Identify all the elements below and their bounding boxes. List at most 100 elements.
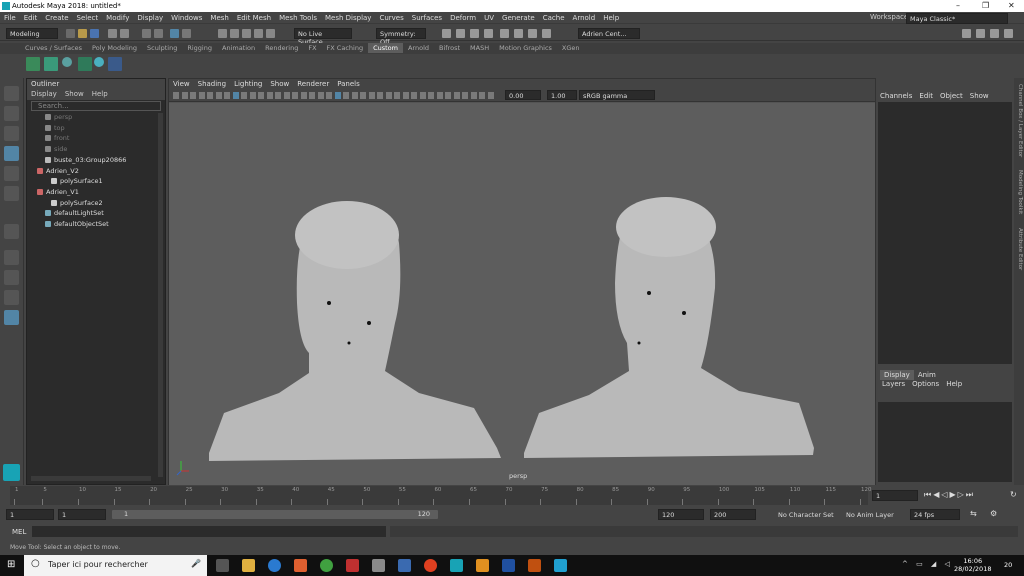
new-scene-icon[interactable] (66, 29, 75, 38)
viewport-toolbar-icon[interactable] (198, 92, 205, 99)
viewport-toolbar-icon[interactable] (215, 92, 222, 99)
shelf-camera-icon[interactable] (108, 57, 122, 71)
menu-mesh[interactable]: Mesh (206, 12, 232, 22)
menu-select[interactable]: Select (73, 12, 103, 22)
shelf-sphere-icon[interactable] (62, 57, 72, 67)
menu-help[interactable]: Help (599, 12, 623, 22)
taskbar-search-input[interactable]: ○ Taper ici pour rechercher 🎤 (24, 555, 207, 576)
viewport-toolbar-icon[interactable] (190, 92, 196, 99)
viewport-menu-view[interactable]: View (169, 79, 194, 89)
viewport-toolbar-icon[interactable] (428, 92, 434, 99)
viewport-toolbar-icon[interactable] (300, 92, 307, 99)
app-icon-6[interactable] (476, 559, 489, 572)
outliner-item[interactable]: defaultObjectSet (45, 220, 109, 230)
render-icon[interactable] (442, 29, 451, 38)
notifications-badge[interactable]: 20 (1004, 561, 1012, 569)
channelbox-menu-edit[interactable]: Edit (919, 92, 933, 100)
menu-modify[interactable]: Modify (102, 12, 133, 22)
outliner-layout-icon[interactable] (4, 290, 19, 305)
shelf-tab-fx[interactable]: FX (303, 43, 321, 53)
live-surface-field[interactable]: No Live Surface (294, 28, 352, 46)
photoshop-icon[interactable] (502, 559, 515, 572)
outliner-search-input[interactable]: Search... (31, 101, 161, 111)
minimize-icon[interactable]: – (956, 1, 960, 10)
outliner-item[interactable]: persp (45, 113, 72, 123)
layer-menu-options[interactable]: Options (912, 380, 939, 388)
undo-icon[interactable] (108, 29, 117, 38)
snap-view-icon[interactable] (266, 29, 275, 38)
select-hierarchy-icon[interactable] (142, 29, 151, 38)
menu-deform[interactable]: Deform (446, 12, 480, 22)
layer-menu-layers[interactable]: Layers (882, 380, 905, 388)
file-explorer-icon[interactable] (242, 559, 255, 572)
viewport-toolbar-icon[interactable] (334, 92, 341, 99)
app-icon-1[interactable] (294, 559, 307, 572)
shelf-target-icon[interactable] (94, 57, 104, 67)
range-slider-bar[interactable]: 1 120 (112, 510, 438, 519)
shelf-tab-rendering[interactable]: Rendering (260, 43, 303, 53)
channelbox-menu-channels[interactable]: Channels (880, 92, 912, 100)
viewport-toolbar-icon[interactable] (309, 92, 315, 99)
move-tool-icon[interactable] (4, 146, 19, 161)
windows-start-icon[interactable]: ⊞ (7, 559, 15, 570)
viewport-menu-panels[interactable]: Panels (333, 79, 364, 89)
scale-tool-icon[interactable] (4, 186, 19, 201)
shelf-polycube-icon[interactable] (26, 57, 40, 71)
viewport-toolbar-icon[interactable] (377, 92, 383, 99)
viewport-toolbar-icon[interactable] (487, 92, 494, 99)
menu-generate[interactable]: Generate (498, 12, 539, 22)
scene-start-field[interactable]: 1 (6, 509, 54, 520)
app-icon-4[interactable] (398, 559, 411, 572)
viewport-toolbar-icon[interactable] (411, 92, 417, 99)
layout-icon[interactable] (962, 29, 971, 38)
menu-mesh-tools[interactable]: Mesh Tools (275, 12, 321, 22)
open-scene-icon[interactable] (78, 29, 87, 38)
tab-attribute-editor[interactable]: Attribute Editor (1015, 228, 1023, 270)
shelf-tab-xgen[interactable]: XGen (557, 43, 585, 53)
scene-end-field[interactable]: 200 (710, 509, 756, 520)
redo-icon[interactable] (120, 29, 129, 38)
shelf-tab-animation[interactable]: Animation (217, 43, 260, 53)
menu-display[interactable]: Display (133, 12, 167, 22)
channelbox-menu-show[interactable]: Show (970, 92, 989, 100)
viewport-menu-lighting[interactable]: Lighting (230, 79, 266, 89)
workspace-dropdown[interactable]: Maya Classic* (906, 13, 1008, 24)
select-component-icon[interactable] (170, 29, 179, 38)
viewport-toolbar-icon[interactable] (173, 92, 179, 99)
menu-arnold[interactable]: Arnold (569, 12, 600, 22)
time-slider-track[interactable]: 1 5 10 15 20 25 30 35 40 45 50 55 60 65 70 75 80 85 90 95 10… (10, 486, 872, 505)
exposure-field[interactable]: 0.00 (505, 90, 541, 100)
viewport-toolbar-icon[interactable] (360, 92, 366, 99)
layer-list[interactable] (878, 402, 1012, 482)
menu-file[interactable]: File (0, 12, 20, 22)
mel-label[interactable]: MEL (12, 528, 26, 536)
viewport-toolbar-icon[interactable] (232, 92, 239, 99)
viewport-toolbar-icon[interactable] (275, 92, 281, 99)
viewport-toolbar-icon[interactable] (326, 92, 332, 99)
taskbar-clock[interactable]: 16:06 28/02/2018 (954, 557, 991, 573)
outliner-menu-help[interactable]: Help (92, 90, 108, 98)
rotate-tool-icon[interactable] (4, 166, 19, 181)
outliner-item[interactable]: buste_03:Group20866 (45, 156, 126, 166)
shelf-tab-rigging[interactable]: Rigging (182, 43, 217, 53)
select-mask-icon[interactable] (182, 29, 191, 38)
toggle-attribute-editor-icon[interactable] (1004, 29, 1013, 38)
custom-layout-icon[interactable] (4, 310, 19, 325)
auto-key-icon[interactable]: ⇆ (970, 509, 977, 518)
snap-curve-icon[interactable] (230, 29, 239, 38)
viewport-toolbar-icon[interactable] (249, 92, 256, 99)
select-tool-icon[interactable] (4, 86, 19, 101)
snap-grid-icon[interactable] (218, 29, 227, 38)
lasso-tool-icon[interactable] (4, 106, 19, 121)
tab-channel-box-layer-editor[interactable]: Channel Box / Layer Editor (1015, 84, 1023, 157)
viewport-toolbar-icon[interactable] (368, 92, 375, 99)
two-pane-layout-icon[interactable] (4, 270, 19, 285)
viewport-menu-shading[interactable]: Shading (194, 79, 230, 89)
app-icon-2[interactable] (346, 559, 359, 572)
shelf-tab-mash[interactable]: MASH (465, 43, 494, 53)
playback-start-field[interactable]: 1 (58, 509, 106, 520)
menu-cache[interactable]: Cache (539, 12, 569, 22)
outliner-item[interactable]: polySurface1 (51, 177, 103, 187)
outliner-item[interactable]: front (45, 134, 69, 144)
menu-edit-mesh[interactable]: Edit Mesh (233, 12, 275, 22)
